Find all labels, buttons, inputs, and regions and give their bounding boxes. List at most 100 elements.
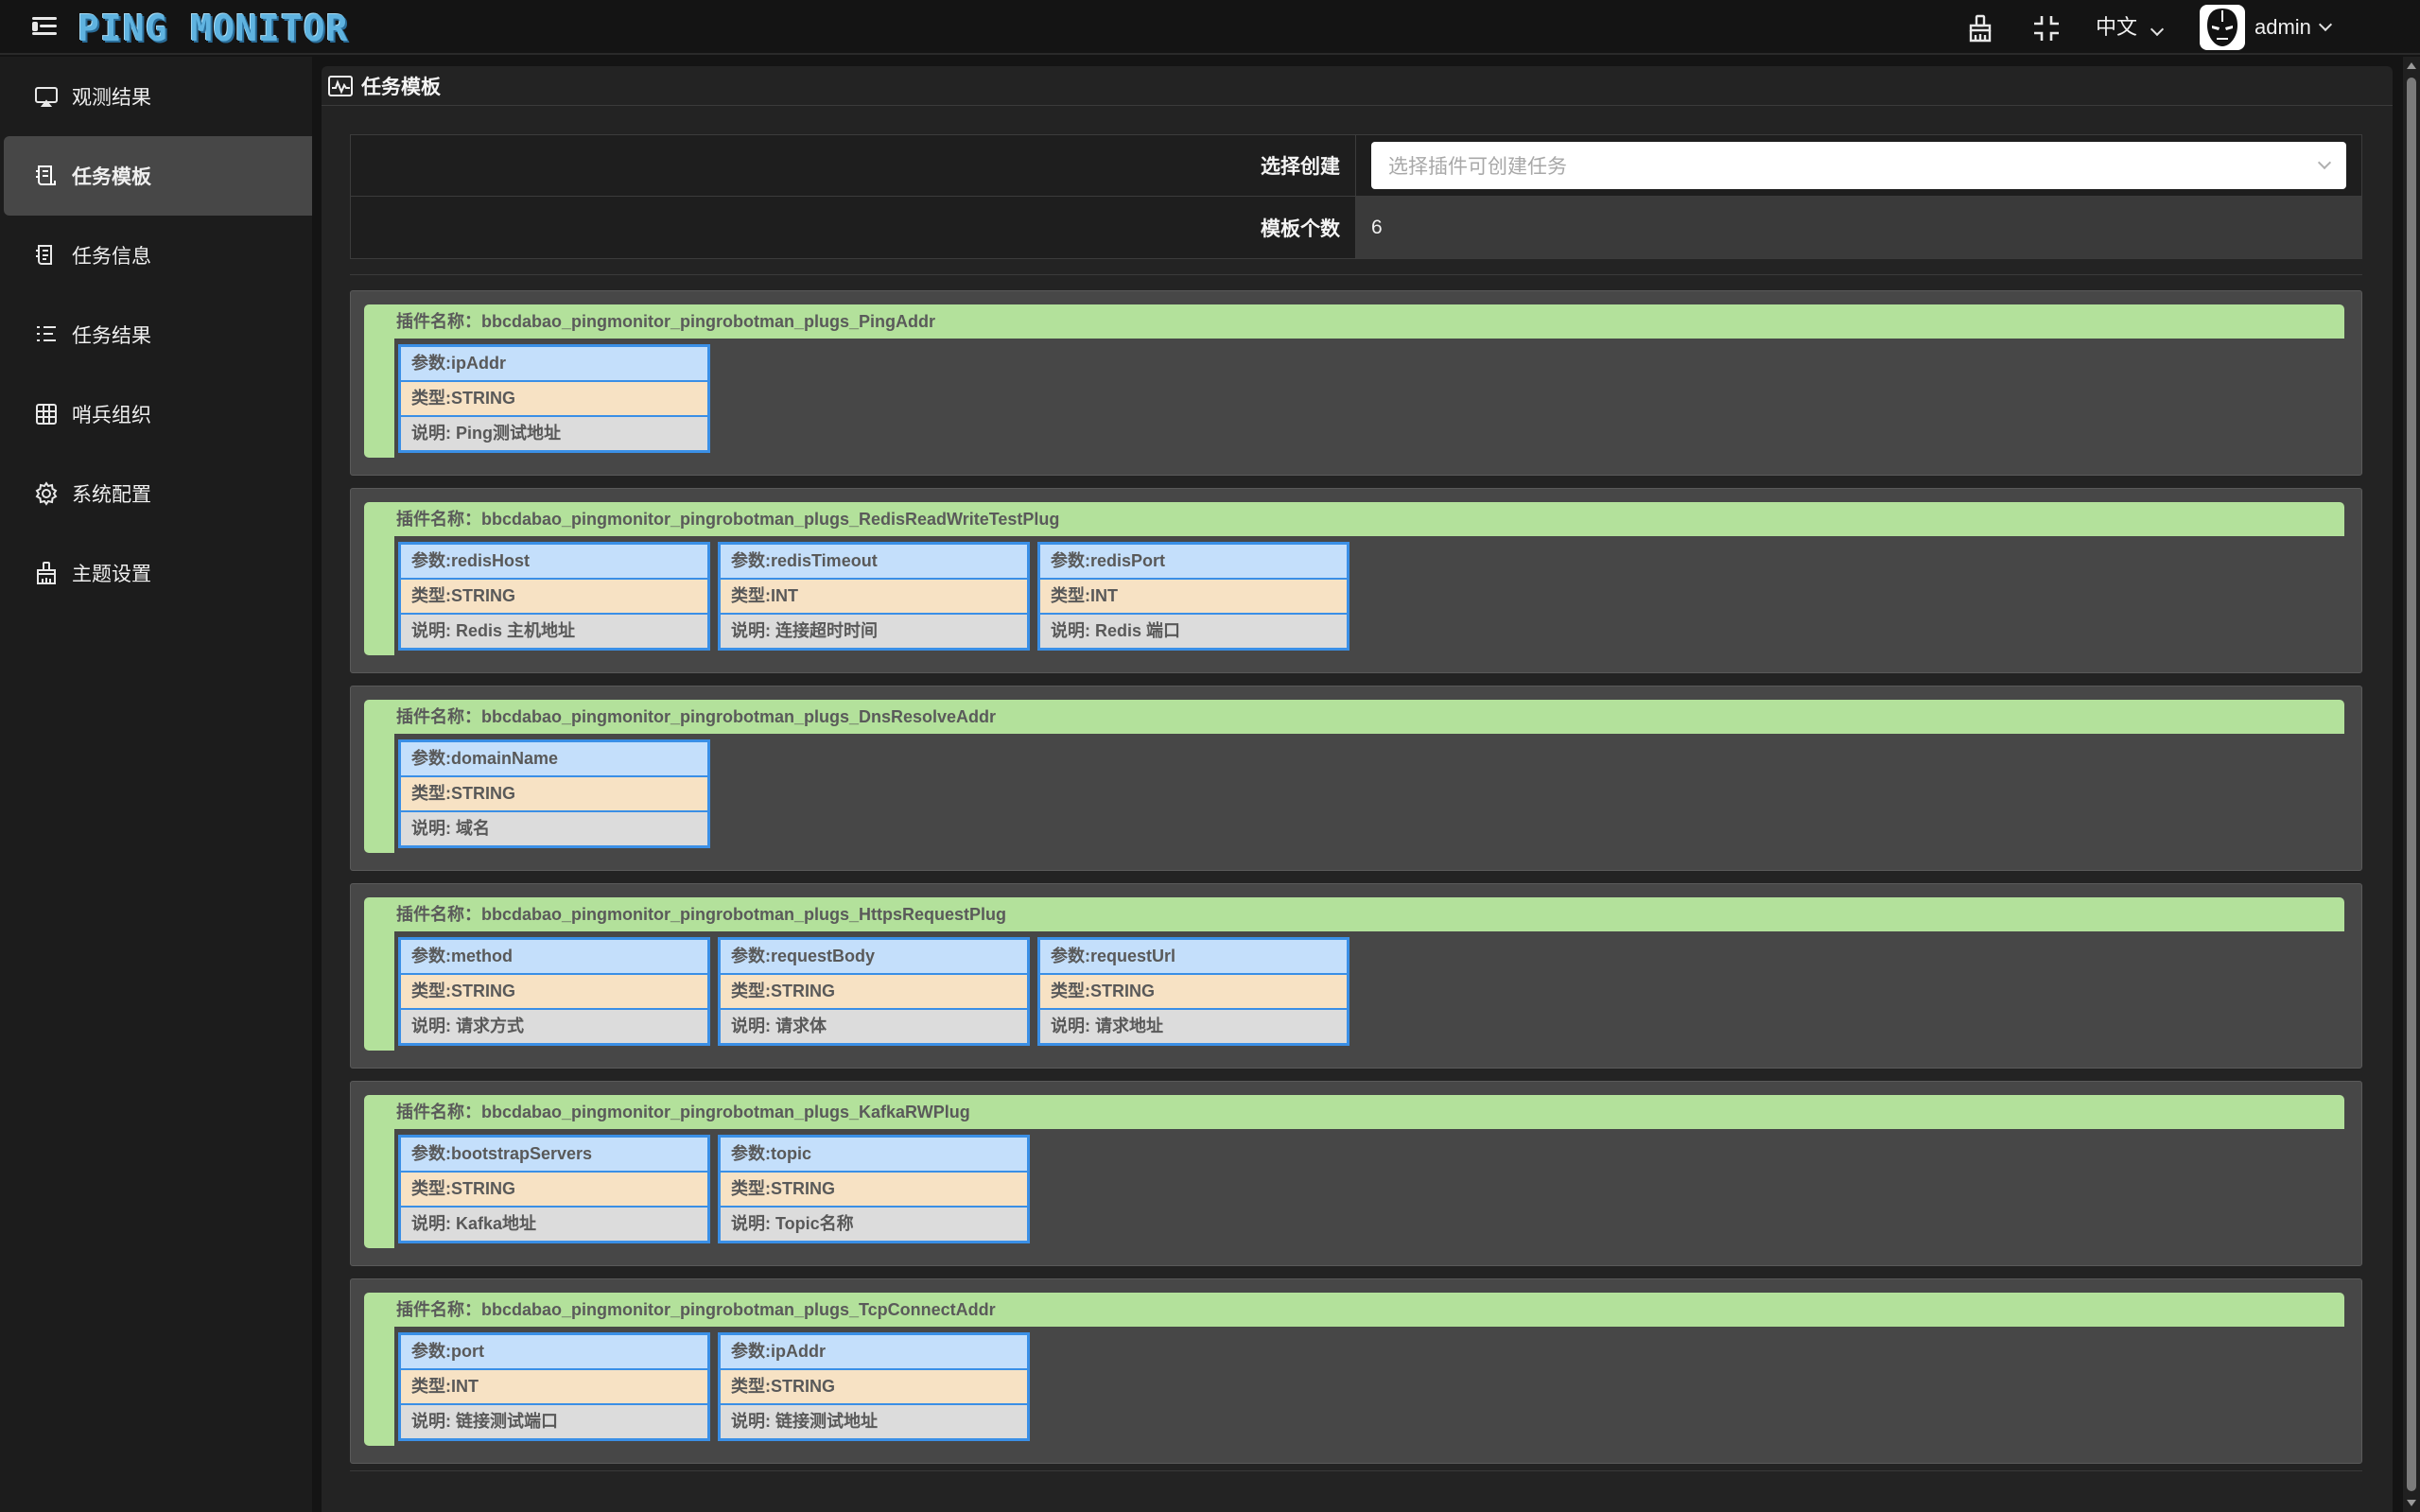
- template-count-value: 6: [1356, 197, 2361, 258]
- exit-fullscreen-icon[interactable]: [2031, 13, 2062, 43]
- plugin-params: 参数:redisHost 类型:STRING 说明: Redis 主机地址 参数:re…: [398, 542, 1349, 651]
- sidebar-item-task-templates[interactable]: 任务模板: [4, 136, 312, 216]
- param-type: 类型:STRING: [401, 975, 707, 1008]
- sidebar-item-label: 任务模板: [72, 166, 151, 188]
- scroll-down-arrow-icon[interactable]: [2407, 1500, 2416, 1506]
- param-desc: 说明: 请求地址: [1040, 1010, 1347, 1043]
- brush-icon: [34, 561, 59, 585]
- plugin-card: 插件名称：bbcdabao_pingmonitor_pingrobotman_p…: [350, 488, 2362, 673]
- param-type: 类型:STRING: [401, 382, 707, 415]
- select-create-cell: 选择插件可创建任务: [1356, 135, 2361, 196]
- param-card: 参数:redisHost 类型:STRING 说明: Redis 主机地址: [398, 542, 710, 651]
- param-desc: 说明: Kafka地址: [401, 1208, 707, 1241]
- plugin-params: 参数:ipAddr 类型:STRING 说明: Ping测试地址: [398, 344, 710, 453]
- param-card: 参数:requestUrl 类型:STRING 说明: 请求地址: [1037, 937, 1349, 1046]
- param-type: 类型:STRING: [401, 1173, 707, 1206]
- param-card: 参数:topic 类型:STRING 说明: Topic名称: [718, 1135, 1030, 1243]
- sidebar-item-task-info[interactable]: 任务信息: [0, 216, 312, 295]
- template-summary-table: 选择创建 选择插件可创建任务 模板个数 6: [350, 134, 2362, 259]
- menu-toggle-icon[interactable]: [32, 15, 61, 40]
- plugin-card: 插件名称：bbcdabao_pingmonitor_pingrobotman_p…: [350, 1081, 2362, 1266]
- chevron-down-icon: [2150, 22, 2165, 37]
- param-card: 参数:redisPort 类型:INT 说明: Redis 端口: [1037, 542, 1349, 651]
- param-type: 类型:STRING: [1040, 975, 1347, 1008]
- user-menu[interactable]: admin: [2200, 5, 2332, 50]
- select-create-row: 选择创建 选择插件可创建任务: [351, 135, 2361, 197]
- param-type: 类型:INT: [401, 1370, 707, 1403]
- divider: [350, 274, 2362, 275]
- monitor-icon: [34, 84, 59, 109]
- activity-chart-icon: [328, 75, 353, 96]
- task-result-icon: [34, 322, 59, 347]
- sidebar-item-theme-settings[interactable]: 主题设置: [0, 533, 312, 613]
- sidebar-item-label: 系统配置: [72, 484, 151, 506]
- language-switcher[interactable]: 中文: [2096, 13, 2165, 42]
- param-name: 参数:ipAddr: [401, 347, 707, 380]
- user-name: admin: [2255, 15, 2311, 39]
- param-desc: 说明: 链接测试地址: [721, 1405, 1027, 1438]
- template-count-label: 模板个数: [351, 197, 1356, 258]
- param-card: 参数:method 类型:STRING 说明: 请求方式: [398, 937, 710, 1046]
- plugin-name: 插件名称：bbcdabao_pingmonitor_pingrobotman_p…: [396, 905, 1007, 924]
- grid-icon: [34, 402, 59, 426]
- param-name: 参数:requestBody: [721, 940, 1027, 973]
- scroll-up-arrow-icon[interactable]: [2407, 62, 2416, 69]
- sidebar-item-system-config[interactable]: 系统配置: [0, 454, 312, 533]
- param-name: 参数:method: [401, 940, 707, 973]
- param-card: 参数:redisTimeout 类型:INT 说明: 连接超时时间: [718, 542, 1030, 651]
- plugin-name: 插件名称：bbcdabao_pingmonitor_pingrobotman_p…: [396, 510, 1060, 529]
- param-desc: 说明: 域名: [401, 812, 707, 845]
- sidebar-item-sentinel-org[interactable]: 哨兵组织: [0, 374, 312, 454]
- param-desc: 说明: 请求体: [721, 1010, 1027, 1043]
- param-name: 参数:redisTimeout: [721, 545, 1027, 578]
- plugin-card: 插件名称：bbcdabao_pingmonitor_pingrobotman_p…: [350, 290, 2362, 476]
- param-name: 参数:topic: [721, 1138, 1027, 1171]
- plugin-card: 插件名称：bbcdabao_pingmonitor_pingrobotman_p…: [350, 686, 2362, 871]
- plugin-params: 参数:bootstrapServers 类型:STRING 说明: Kafka地址参…: [398, 1135, 1030, 1243]
- plugin-params: 参数:domainName 类型:STRING 说明: 域名: [398, 739, 710, 848]
- plugin-select[interactable]: 选择插件可创建任务: [1371, 142, 2346, 189]
- sidebar-item-label: 哨兵组织: [72, 405, 151, 426]
- sidebar-item-label: 观测结果: [72, 87, 151, 109]
- scrollbar-thumb[interactable]: [2407, 78, 2416, 1491]
- sidebar-item-observation-results[interactable]: 观测结果: [0, 57, 312, 136]
- param-name: 参数:ipAddr: [721, 1335, 1027, 1368]
- divider: [350, 1470, 2362, 1471]
- main-card: 任务模板 选择创建 选择插件可创建任务 模板个数 6 插件名称：bbcdabao…: [322, 66, 2393, 1512]
- avatar: [2200, 5, 2245, 50]
- param-name: 参数:redisPort: [1040, 545, 1347, 578]
- chevron-down-icon: [2318, 17, 2332, 32]
- sidebar-item-label: 任务信息: [72, 246, 151, 268]
- language-label: 中文: [2096, 15, 2138, 39]
- param-type: 类型:STRING: [721, 975, 1027, 1008]
- param-desc: 说明: Redis 主机地址: [401, 615, 707, 648]
- plugin-card: 插件名称：bbcdabao_pingmonitor_pingrobotman_p…: [350, 883, 2362, 1069]
- plugin-params: 参数:port 类型:INT 说明: 链接测试端口 参数:ipAddr 类型:STRIN…: [398, 1332, 1030, 1441]
- param-desc: 说明: 连接超时时间: [721, 615, 1027, 648]
- theme-brush-icon[interactable]: [1965, 13, 1995, 43]
- param-name: 参数:redisHost: [401, 545, 707, 578]
- plugin-name: 插件名称：bbcdabao_pingmonitor_pingrobotman_p…: [396, 1300, 996, 1319]
- plugin-list: 插件名称：bbcdabao_pingmonitor_pingrobotman_p…: [350, 290, 2362, 1476]
- sidebar-item-label: 任务结果: [72, 325, 151, 347]
- param-type: 类型:STRING: [721, 1370, 1027, 1403]
- plugin-name: 插件名称：bbcdabao_pingmonitor_pingrobotman_p…: [396, 1103, 970, 1121]
- task-info-icon: [34, 243, 59, 268]
- vertical-scrollbar[interactable]: [2403, 57, 2420, 1512]
- param-desc: 说明: 请求方式: [401, 1010, 707, 1043]
- page-title: 任务模板: [361, 76, 441, 98]
- chevron-down-icon: [2317, 155, 2332, 170]
- param-type: 类型:STRING: [721, 1173, 1027, 1206]
- sidebar: 观测结果 任务模板 任务信息 任务结果 哨兵组织 系统配置 主题设置: [0, 57, 312, 1512]
- param-card: 参数:port 类型:INT 说明: 链接测试端口: [398, 1332, 710, 1441]
- param-desc: 说明: Ping测试地址: [401, 417, 707, 450]
- param-name: 参数:bootstrapServers: [401, 1138, 707, 1171]
- plugin-name: 插件名称：bbcdabao_pingmonitor_pingrobotman_p…: [396, 707, 997, 726]
- param-type: 类型:STRING: [401, 580, 707, 613]
- top-header: PING MONITOR 中文 admin: [0, 0, 2420, 55]
- param-type: 类型:INT: [1040, 580, 1347, 613]
- plugin-name: 插件名称：bbcdabao_pingmonitor_pingrobotman_p…: [396, 312, 935, 331]
- gear-icon: [34, 481, 59, 506]
- param-card: 参数:domainName 类型:STRING 说明: 域名: [398, 739, 710, 848]
- sidebar-item-task-results[interactable]: 任务结果: [0, 295, 312, 374]
